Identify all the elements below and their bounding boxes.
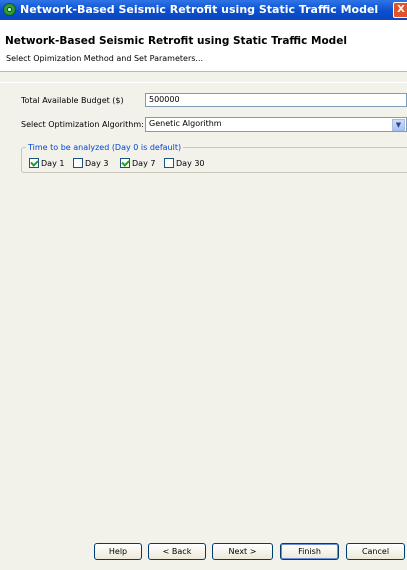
day-1-label: Day 1	[41, 158, 65, 168]
page-subtitle: Select Opimization Method and Set Parame…	[6, 54, 204, 63]
day-3-checkbox[interactable]: Day 3	[73, 158, 108, 169]
close-icon[interactable]: X	[393, 2, 407, 18]
time-group-title: Time to be analyzed (Day 0 is default)	[26, 143, 184, 152]
back-button[interactable]: < Back	[148, 543, 206, 560]
day-7-label: Day 7	[132, 158, 156, 168]
page-title: Network-Based Seismic Retrofit using Sta…	[5, 35, 347, 47]
finish-button[interactable]: Finish	[280, 543, 339, 560]
budget-label: Total Available Budget ($)	[21, 96, 124, 105]
algorithm-select[interactable]: Genetic Algorithm ▼	[145, 117, 407, 132]
algorithm-label: Select Optimization Algorithm:	[21, 120, 144, 129]
day-30-label: Day 30	[176, 158, 205, 168]
wizard-header: Network-Based Seismic Retrofit using Sta…	[0, 20, 407, 72]
help-button[interactable]: Help	[94, 543, 142, 560]
day-7-checkbox[interactable]: Day 7	[120, 158, 155, 169]
cancel-button[interactable]: Cancel	[346, 543, 405, 560]
algorithm-selected-value: Genetic Algorithm	[149, 119, 222, 128]
checkbox-checked-icon[interactable]	[120, 158, 130, 168]
app-logo-icon	[3, 3, 16, 16]
wizard-content: Total Available Budget ($) 500000 Select…	[0, 72, 407, 570]
day-3-label: Day 3	[85, 158, 109, 168]
day-1-checkbox[interactable]: Day 1	[29, 158, 64, 169]
next-button[interactable]: Next >	[212, 543, 273, 560]
title-bar[interactable]: Network-Based Seismic Retrofit using Sta…	[0, 0, 407, 20]
budget-input[interactable]: 500000	[145, 93, 407, 107]
day-30-checkbox[interactable]: Day 30	[164, 158, 205, 169]
window-title: Network-Based Seismic Retrofit using Sta…	[20, 3, 379, 16]
checkbox-checked-icon[interactable]	[29, 158, 39, 168]
chevron-down-icon[interactable]: ▼	[392, 119, 405, 131]
checkbox-unchecked-icon[interactable]	[73, 158, 83, 168]
divider	[0, 82, 407, 83]
checkbox-unchecked-icon[interactable]	[164, 158, 174, 168]
